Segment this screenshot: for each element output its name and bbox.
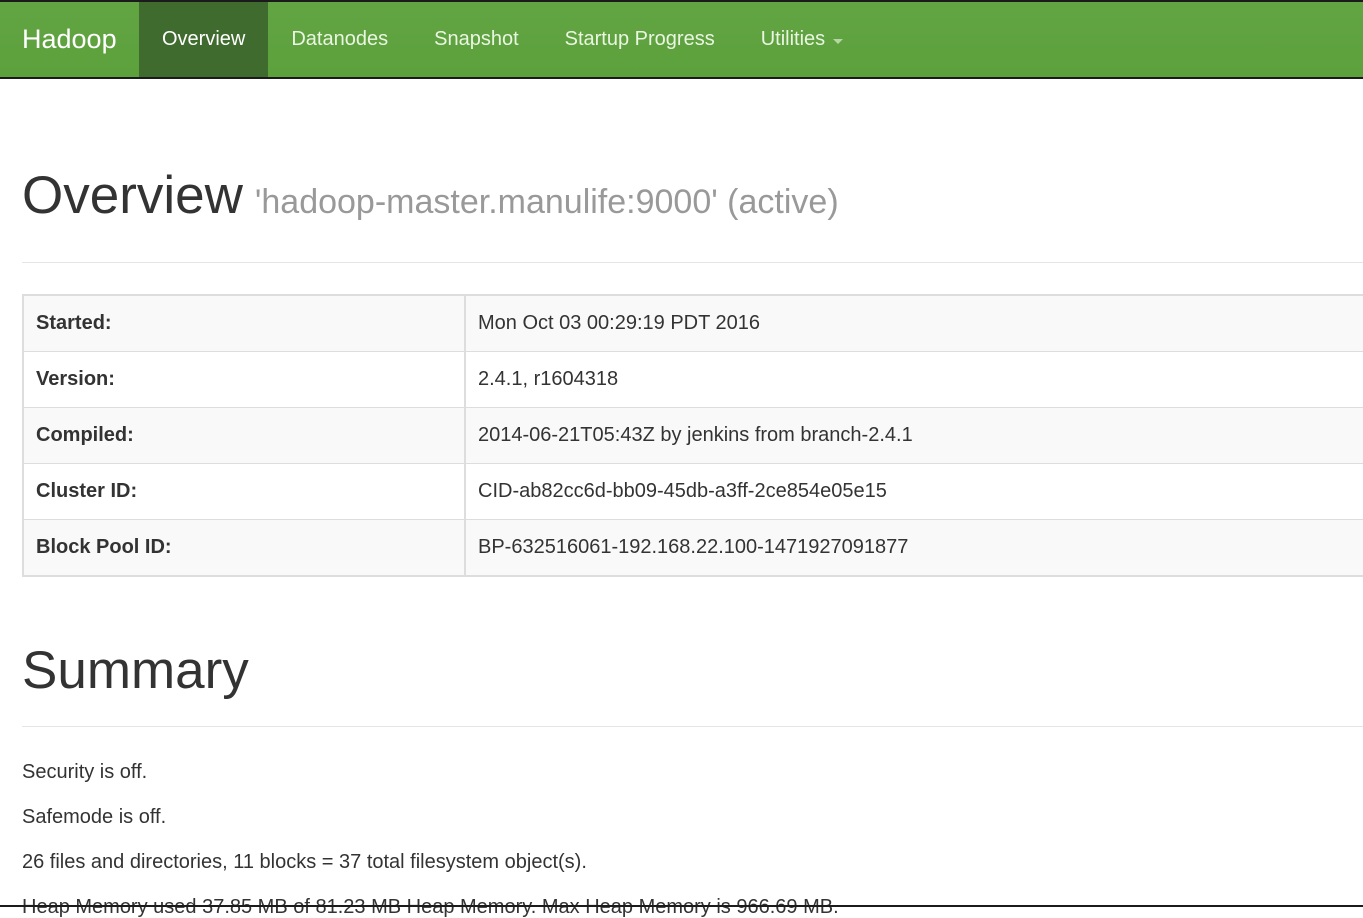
overview-info-table: Started: Mon Oct 03 00:29:19 PDT 2016 Ve… [22,294,1363,577]
overview-header: Overview 'hadoop-master.manulife:9000' (a… [22,166,1363,263]
nav-startup-progress[interactable]: Startup Progress [542,2,738,77]
row-label-started: Started: [23,295,466,352]
nav-datanodes[interactable]: Datanodes [268,2,411,77]
row-value-version: 2.4.1, r1604318 [465,351,1363,408]
overview-title-text: Overview [22,166,243,225]
summary-title: Summary [22,641,249,700]
row-value-compiled: 2014-06-21T05:43Z by jenkins from branch… [465,407,1363,464]
top-navbar: Hadoop Overview Datanodes Snapshot Start… [0,0,1363,79]
filesystem-objects-summary: 26 files and directories, 11 blocks = 37… [22,851,587,873]
row-value-block-pool-id: BP-632516061-192.168.22.100-147192709187… [478,536,909,558]
nav-overview[interactable]: Overview [139,2,269,77]
table-row: Block Pool ID: BP-632516061-192.168.22.1… [23,519,1363,576]
heap-memory-summary: Heap Memory used 37.85 MB of 81.23 MB He… [22,896,839,918]
table-row: Version: 2.4.1, r1604318 [23,351,1363,408]
table-row: Started: Mon Oct 03 00:29:19 PDT 2016 [23,295,1363,352]
overview-title: Overview 'hadoop-master.manulife:9000' (a… [22,166,839,225]
security-status: Security is off. [22,761,148,783]
table-row: Compiled: 2014-06-21T05:43Z by jenkins f… [23,407,1363,464]
nav-utilities-label: Utilities [760,28,826,50]
brand-link[interactable]: Hadoop [0,2,139,77]
summary-header: Summary [22,641,1363,727]
main-content: Overview 'hadoop-master.manulife:9000' (a… [22,79,1363,918]
row-label-block-pool-id: Block Pool ID: [23,519,466,576]
caret-down-icon [833,38,844,44]
row-label-compiled: Compiled: [23,407,466,464]
nav-snapshot[interactable]: Snapshot [411,2,542,77]
row-label-version: Version: [23,351,466,408]
nav-utilities-dropdown[interactable]: Utilities [738,2,866,77]
row-value-started: Mon Oct 03 00:29:19 PDT 2016 [465,295,1363,352]
safemode-status: Safemode is off. [22,806,167,828]
table-row: Cluster ID: CID-ab82cc6d-bb09-45db-a3ff-… [23,463,1363,520]
row-value-cluster-id: CID-ab82cc6d-bb09-45db-a3ff-2ce854e05e15 [465,463,1363,520]
row-label-cluster-id: Cluster ID: [23,463,466,520]
namenode-address: 'hadoop-master.manulife:9000' (active) [254,183,839,221]
